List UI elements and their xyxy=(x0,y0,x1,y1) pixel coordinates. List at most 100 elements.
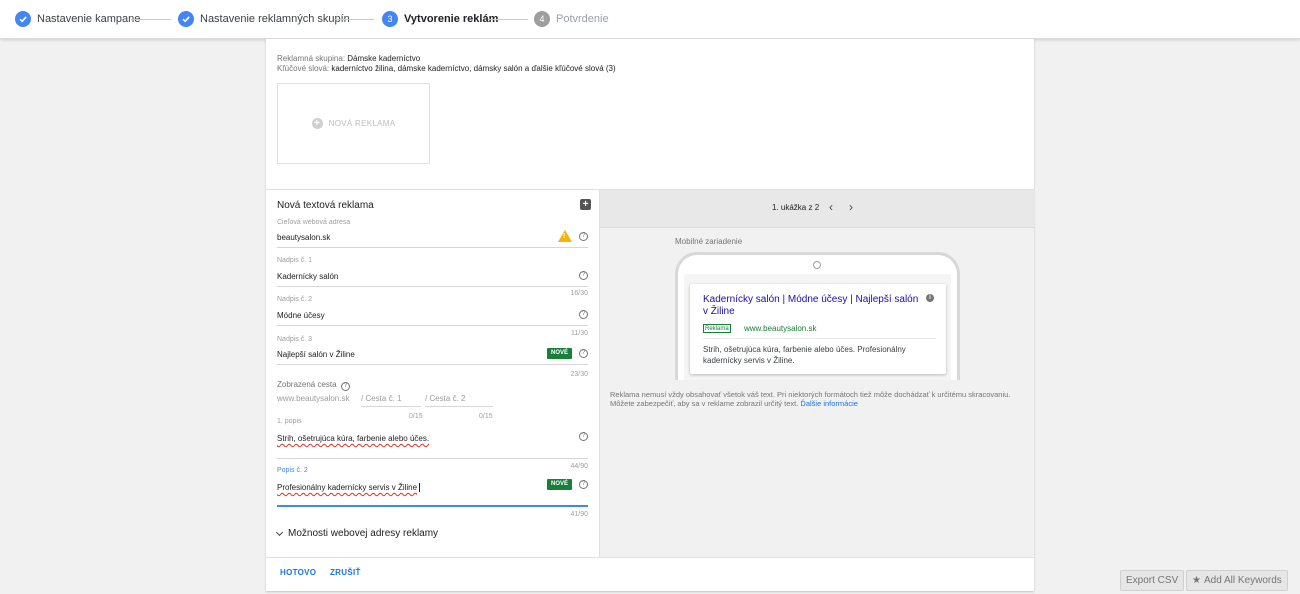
input-underline xyxy=(277,364,588,365)
help-icon[interactable]: ? xyxy=(579,271,588,280)
plus-circle-icon: + xyxy=(311,118,323,129)
ad-title[interactable]: Kadernícky salón | Módne účesy | Najlepš… xyxy=(703,294,925,318)
phone-mockup: Kadernícky salón | Módne účesy | Najlepš… xyxy=(675,252,960,380)
new-ad-label: NOVÁ REKLAMA xyxy=(328,119,396,128)
headline3-counter: 23/30 xyxy=(570,371,588,378)
device-label: Mobilné zariadenie xyxy=(675,237,743,246)
headline2-counter: 11/30 xyxy=(571,330,588,337)
form-title: Nová textová reklama xyxy=(277,200,374,211)
ad-description: Strih, ošetrujúca kúra, farbenie alebo ú… xyxy=(703,345,906,365)
path2-counter: 0/15 xyxy=(479,413,493,420)
description1-label: 1. popis xyxy=(277,418,302,425)
description1-counter: 44/90 xyxy=(570,463,588,470)
step-ad-group-settings[interactable]: Nastavenie reklamných skupín xyxy=(178,11,350,27)
step-confirmation[interactable]: 4 Potvrdenie xyxy=(534,11,609,27)
cancel-button[interactable]: ZRUŠIŤ xyxy=(330,568,361,577)
add-all-keywords-button[interactable]: ★ Add All Keywords xyxy=(1186,570,1288,591)
chevron-down-icon xyxy=(275,528,284,536)
url-options-label: Možnosti webovej adresy reklamy xyxy=(288,528,439,539)
input-underline xyxy=(277,247,588,248)
ad-group-label: Reklamná skupina: xyxy=(277,54,346,63)
export-csv-button[interactable]: Export CSV xyxy=(1120,570,1185,591)
step-label: Vytvorenie reklám xyxy=(404,13,499,25)
description1-input[interactable]: Strih, ošetrujúca kúra, farbenie alebo ú… xyxy=(277,434,429,443)
headline3-input[interactable]: Najlepší salón v Žiline xyxy=(277,350,355,359)
input-underline xyxy=(277,286,588,287)
help-icon[interactable]: ? xyxy=(579,232,588,241)
help-icon[interactable]: ? xyxy=(579,349,588,358)
headline3-label: Nadpis č. 3 xyxy=(277,336,313,343)
chevron-left-icon[interactable]: ‹ xyxy=(829,200,833,214)
preview-header: 1. ukážka z 2 ‹ › xyxy=(600,190,1035,228)
step-campaign-settings[interactable]: Nastavenie kampane xyxy=(15,11,140,27)
headline1-counter: 16/30 xyxy=(570,290,588,297)
ad-editor-card: Reklamná skupina: Dámske kaderníctvo Kľú… xyxy=(266,39,1035,591)
input-underline xyxy=(425,406,493,407)
headline1-input[interactable]: Kadernícky salón xyxy=(277,272,338,281)
description2-text: Profesionálny kadernícky servis v Žiline xyxy=(277,483,418,492)
step-connector xyxy=(131,19,171,20)
check-icon xyxy=(15,11,31,27)
help-icon[interactable]: ? xyxy=(340,382,350,391)
final-url-input[interactable]: beautysalon.sk xyxy=(277,233,330,242)
star-icon: ★ xyxy=(1192,575,1201,586)
step-connector xyxy=(334,19,374,20)
text-cursor: ​ xyxy=(419,483,421,492)
headline1-label: Nadpis č. 1 xyxy=(277,257,313,264)
description2-input[interactable]: Profesionálny kadernícky servis v Žiline… xyxy=(277,483,421,492)
new-badge: NOVÉ xyxy=(547,348,572,359)
display-path-text: Zobrazená cesta xyxy=(277,380,337,389)
headline2-label: Nadpis č. 2 xyxy=(277,296,313,303)
new-badge: NOVÉ xyxy=(547,479,572,490)
ad-preview-card: Kadernícky salón | Módne účesy | Najlepš… xyxy=(690,284,946,374)
add-box-icon[interactable]: + xyxy=(580,199,591,210)
ad-preview-panel: 1. ukážka z 2 ‹ › Mobilné zariadenie Kad… xyxy=(599,190,1035,557)
input-underline xyxy=(361,406,421,407)
preview-counter: 1. ukážka z 2 xyxy=(772,203,820,212)
path1-counter: 0/15 xyxy=(409,413,423,420)
step-label: Nastavenie reklamných skupín xyxy=(200,13,350,25)
description2-label: Popis č. 2 xyxy=(277,467,308,474)
display-path-domain: www.beautysalon.sk xyxy=(277,394,350,403)
add-all-keywords-label: Add All Keywords xyxy=(1203,575,1282,586)
headline2-input[interactable]: Módne účesy xyxy=(277,311,325,320)
ad-group-name: Dámske kaderníctvo xyxy=(347,54,421,63)
url-options-expander[interactable]: Možnosti webovej adresy reklamy xyxy=(275,528,439,539)
new-ad-button[interactable]: + NOVÁ REKLAMA xyxy=(277,83,430,164)
step-create-ads[interactable]: 3 Vytvorenie reklám xyxy=(382,11,498,27)
input-underline-focused xyxy=(277,505,588,507)
preview-note: Reklama nemusí vždy obsahovať všetok váš… xyxy=(610,390,1020,408)
step-number: 4 xyxy=(534,11,550,27)
help-icon[interactable]: ? xyxy=(579,310,588,319)
phone-camera xyxy=(813,261,821,269)
stepper-bar: Nastavenie kampane Nastavenie reklamných… xyxy=(0,0,1300,39)
keywords-label: Kľúčové slová: xyxy=(277,64,330,73)
done-button[interactable]: HOTOVO xyxy=(280,568,316,577)
phone-screen: Kadernícky salón | Módne účesy | Najlepš… xyxy=(684,274,951,380)
chevron-right-icon[interactable]: › xyxy=(849,200,853,214)
check-icon xyxy=(178,11,194,27)
step-label: Potvrdenie xyxy=(556,13,609,25)
description2-counter: 41/90 xyxy=(570,511,588,518)
divider xyxy=(703,338,936,339)
text-ad-form: Nová textová reklama + Cieľová webová ad… xyxy=(266,190,599,557)
keywords-value: kaderníctvo žilina, dámske kaderníctvo, … xyxy=(331,64,616,73)
help-icon[interactable]: ? xyxy=(579,432,588,441)
path1-input[interactable]: / Cesta č. 1 xyxy=(361,394,401,403)
ad-badge: Reklama xyxy=(703,324,731,333)
step-label: Nastavenie kampane xyxy=(37,13,141,25)
path2-input[interactable]: / Cesta č. 2 xyxy=(425,394,465,403)
learn-more-link[interactable]: Ďalšie informácie xyxy=(800,399,858,408)
help-icon[interactable]: ? xyxy=(579,480,588,489)
display-path-label: Zobrazená cesta ? xyxy=(277,380,350,391)
divider xyxy=(266,557,1034,558)
step-connector xyxy=(488,19,528,20)
input-underline xyxy=(277,325,588,326)
final-url-label: Cieľová webová adresa xyxy=(277,219,351,226)
info-icon[interactable]: i xyxy=(926,294,934,302)
ad-group-info: Reklamná skupina: Dámske kaderníctvo Kľú… xyxy=(277,54,616,74)
step-number: 3 xyxy=(382,11,398,27)
ad-display-url: www.beautysalon.sk xyxy=(744,324,817,333)
warning-icon: ! xyxy=(558,230,572,242)
input-underline xyxy=(277,458,588,459)
